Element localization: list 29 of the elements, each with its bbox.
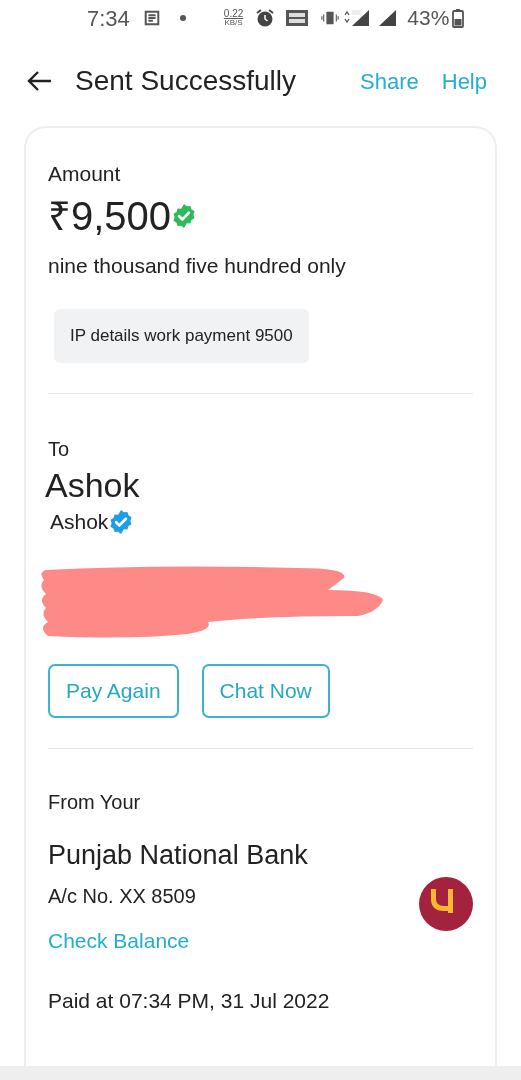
from-label: From Your [48, 789, 142, 815]
recipient-name: Ashok [45, 464, 141, 506]
battery-icon [452, 8, 465, 28]
bank-logo-icon [419, 876, 473, 931]
amount-label: Amount [48, 161, 122, 187]
header-link[interactable]: Help [441, 64, 487, 98]
status-time: 7:34 [87, 4, 130, 33]
amount-value: ₹9,500 [48, 195, 172, 236]
account-number: A/c No. XX 8509 [48, 884, 197, 909]
action-button[interactable]: Chat Now [201, 663, 330, 718]
check-balance-link[interactable]: Check Balance [48, 925, 308, 957]
battery-percent: 43% [407, 5, 450, 32]
data-unit: KB/S [224, 19, 243, 27]
news-icon [142, 9, 161, 27]
back-arrow-icon[interactable] [26, 70, 52, 92]
to-label: To [48, 436, 71, 462]
header-link[interactable]: Share [360, 64, 419, 98]
amount-in-words: nine thousand five hundred only [48, 252, 347, 279]
recipient-handle: Ashok [50, 509, 109, 535]
page-title: Sent Successfully [75, 64, 297, 98]
action-button[interactable]: Pay Again [48, 663, 179, 718]
bank-name: Punjab National Bank [48, 838, 308, 872]
mobile-signal-icon [343, 8, 372, 28]
data-speed: 0.22 [223, 9, 244, 19]
payment-time: Paid at 07:34 PM, 31 Jul 2022 [48, 987, 331, 1014]
dot-icon [179, 15, 186, 21]
payment-note: IP details work payment 9500 [54, 309, 309, 363]
alarm-icon [255, 8, 276, 28]
signal-icon [377, 8, 398, 28]
